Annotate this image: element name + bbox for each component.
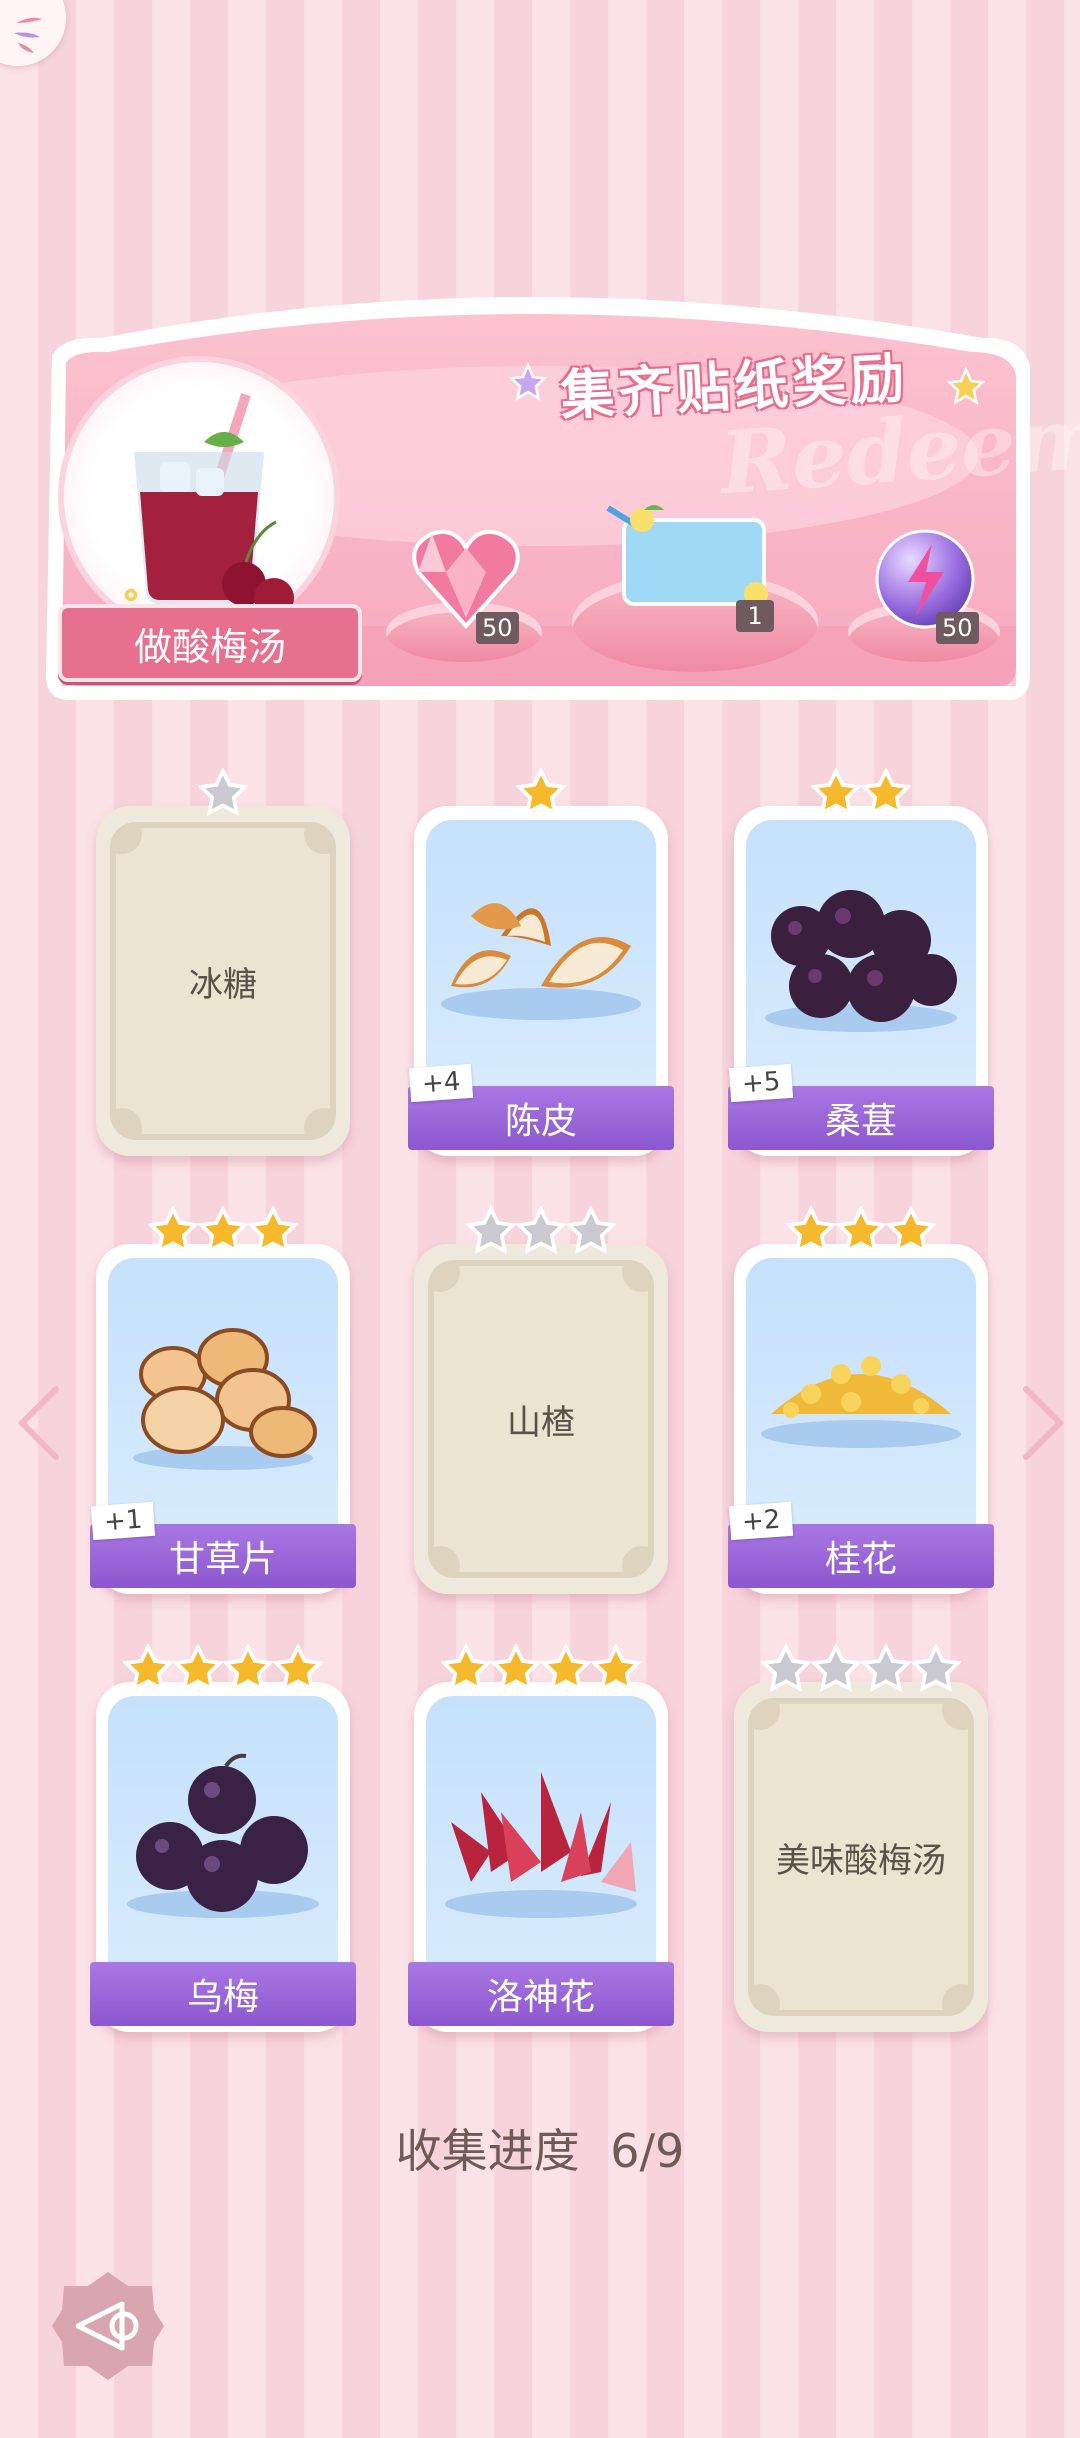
star-icon bbox=[466, 1206, 516, 1255]
star-icon bbox=[861, 1644, 911, 1693]
star-icon bbox=[198, 768, 248, 817]
blue-sticker-card-icon[interactable] bbox=[604, 504, 774, 614]
prev-page-arrow-icon[interactable] bbox=[16, 1385, 62, 1461]
sticker-card[interactable]: 甘草片 +1 bbox=[90, 1206, 356, 1594]
star-icon bbox=[223, 1644, 273, 1693]
duplicate-count-tag: +5 bbox=[728, 1063, 794, 1103]
reward-count: 50 bbox=[476, 612, 519, 644]
card-name: 乌梅 bbox=[90, 1962, 356, 2026]
star-rating bbox=[811, 768, 911, 818]
sticker-card[interactable]: 山楂 bbox=[414, 1206, 668, 1594]
star-icon bbox=[886, 1206, 936, 1255]
plum-drink-icon bbox=[134, 393, 294, 618]
star-icon bbox=[811, 1644, 861, 1693]
star-rating bbox=[123, 1644, 323, 1694]
star-icon bbox=[761, 1644, 811, 1693]
tangerine-peel-icon bbox=[426, 876, 656, 1026]
recipe-label: 做酸梅汤 bbox=[58, 604, 362, 682]
duplicate-count-tag: +2 bbox=[728, 1501, 794, 1541]
card-name: 冰糖 bbox=[189, 964, 257, 1005]
star-icon bbox=[786, 1206, 836, 1255]
flower-deco-icon bbox=[124, 588, 138, 602]
star-rating bbox=[786, 1206, 936, 1256]
star-icon bbox=[541, 1644, 591, 1693]
duplicate-count-tag: +1 bbox=[90, 1501, 156, 1541]
star-icon bbox=[861, 768, 911, 817]
menu-corner-button[interactable] bbox=[0, 0, 66, 66]
sticker-card[interactable]: 洛神花 bbox=[408, 1644, 674, 2032]
collection-progress: 收集进度 6/9 bbox=[0, 2115, 1080, 2181]
star-icon bbox=[836, 1206, 886, 1255]
petal-menu-icon bbox=[14, 17, 42, 53]
reward-count: 1 bbox=[736, 600, 774, 632]
star-icon bbox=[173, 1644, 223, 1693]
roselle-icon bbox=[426, 1752, 656, 1922]
star-icon bbox=[198, 1206, 248, 1255]
star-icon bbox=[148, 1206, 198, 1255]
star-rating bbox=[441, 1644, 641, 1694]
star-icon bbox=[123, 1644, 173, 1693]
star-icon bbox=[516, 1206, 566, 1255]
star-icon bbox=[591, 1644, 641, 1693]
duplicate-count-tag: +4 bbox=[408, 1063, 474, 1103]
back-button[interactable] bbox=[50, 2268, 166, 2384]
star-rating bbox=[466, 1206, 616, 1256]
star-rating bbox=[148, 1206, 298, 1256]
card-face: 美味酸梅汤 bbox=[748, 1698, 974, 2016]
star-rating bbox=[761, 1644, 961, 1694]
star-icon bbox=[566, 1206, 616, 1255]
sticker-card[interactable]: 桑葚 +5 bbox=[728, 768, 994, 1156]
card-face: 冰糖 bbox=[110, 822, 336, 1140]
card-name: 美味酸梅汤 bbox=[776, 1840, 946, 1881]
mulberry-icon bbox=[746, 876, 976, 1036]
card-face: 山楂 bbox=[428, 1260, 654, 1578]
card-name: 山楂 bbox=[507, 1402, 575, 1443]
star-icon bbox=[491, 1644, 541, 1693]
osmanthus-icon bbox=[746, 1314, 976, 1454]
sticker-card[interactable]: 美味酸梅汤 bbox=[734, 1644, 988, 2032]
star-rating bbox=[198, 768, 248, 818]
sparkle-star-icon bbox=[946, 366, 986, 405]
sticker-card[interactable]: 乌梅 bbox=[90, 1644, 356, 2032]
star-icon bbox=[911, 1644, 961, 1693]
sticker-card[interactable]: 桂花 +2 bbox=[728, 1206, 994, 1594]
sticker-card[interactable]: 陈皮 +4 bbox=[408, 768, 674, 1156]
card-name: 洛神花 bbox=[408, 1962, 674, 2026]
progress-value: 6/9 bbox=[610, 2124, 685, 2178]
licorice-slices-icon bbox=[108, 1314, 338, 1474]
star-icon bbox=[441, 1644, 491, 1693]
star-icon bbox=[811, 768, 861, 817]
star-icon bbox=[516, 768, 566, 817]
dark-plum-icon bbox=[108, 1752, 338, 1922]
sparkle-star-icon bbox=[508, 362, 548, 401]
sticker-card[interactable]: 冰糖 bbox=[96, 768, 350, 1156]
star-icon bbox=[273, 1644, 323, 1693]
reward-count: 50 bbox=[936, 612, 979, 644]
next-page-arrow-icon[interactable] bbox=[1020, 1385, 1066, 1461]
recipe-drink-frame bbox=[64, 362, 334, 632]
progress-label: 收集进度 bbox=[395, 2124, 580, 2178]
star-icon bbox=[248, 1206, 298, 1255]
star-rating bbox=[516, 768, 566, 818]
